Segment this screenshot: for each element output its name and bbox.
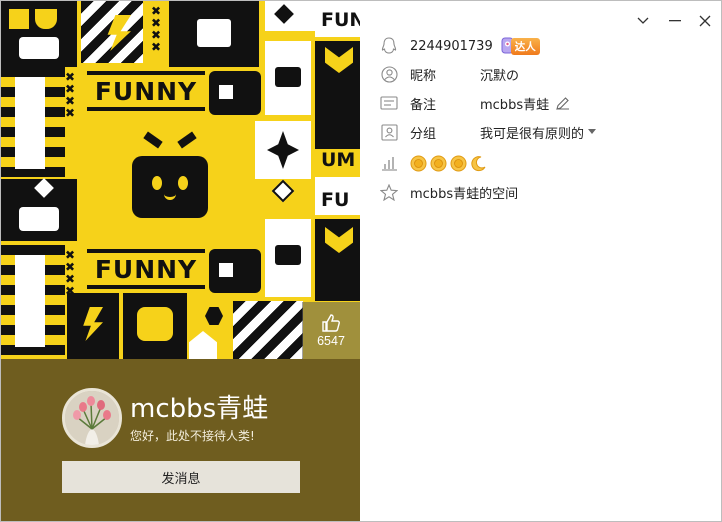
mascot-icon bbox=[132, 131, 208, 218]
cover-side-text: UM bbox=[321, 149, 356, 171]
user-circle-icon bbox=[379, 64, 399, 84]
cover-diamond bbox=[271, 179, 295, 203]
talent-badge-label: 达人 bbox=[510, 37, 540, 55]
nickname-value: 沉默の bbox=[480, 68, 520, 84]
sun-icon bbox=[410, 155, 427, 171]
like-button[interactable]: 6547 bbox=[302, 302, 360, 359]
cover-house bbox=[189, 331, 217, 359]
cover-banner: FUNNY bbox=[87, 249, 205, 289]
close-icon bbox=[699, 15, 711, 27]
profile-window: ✖✖✖✖ FUN ✖✖✖✖ FUNNY bbox=[0, 0, 722, 522]
nickname-label: 昵称 bbox=[410, 68, 437, 84]
close-button[interactable] bbox=[695, 11, 715, 31]
sun-icon bbox=[450, 155, 467, 171]
chevron-down-icon bbox=[637, 17, 649, 24]
star-icon bbox=[379, 182, 399, 202]
profile-panel: ✖✖✖✖ FUN ✖✖✖✖ FUNNY bbox=[1, 1, 360, 521]
qzone-link[interactable]: mcbbs青蛙的空间 bbox=[410, 183, 518, 202]
penguin-icon bbox=[379, 36, 399, 56]
minimize-icon bbox=[669, 20, 681, 22]
group-icon bbox=[379, 122, 399, 142]
minimize-button[interactable] bbox=[665, 11, 685, 31]
cover-tile bbox=[19, 37, 59, 59]
cover-tile bbox=[315, 219, 360, 301]
group-label: 分组 bbox=[410, 126, 437, 142]
id-card-icon bbox=[379, 93, 399, 113]
group-row: 分组 我可是很有原则的 bbox=[379, 121, 597, 143]
space-row: mcbbs青蛙的空间 bbox=[379, 181, 518, 203]
cover-tile bbox=[315, 113, 360, 149]
cover-x: ✖ ✖ ✖ ✖ bbox=[65, 248, 76, 298]
cover-tile bbox=[275, 67, 301, 87]
cover-tile bbox=[315, 41, 360, 113]
edit-pencil-icon[interactable] bbox=[555, 96, 570, 111]
cover-x: ✖ ✖ ✖ ✖ bbox=[65, 70, 76, 120]
cover-side-text: FUN bbox=[321, 9, 360, 31]
dropdown-button[interactable] bbox=[633, 11, 653, 31]
cover-tile bbox=[15, 255, 45, 347]
avatar[interactable] bbox=[62, 388, 122, 448]
remark-label: 备注 bbox=[410, 97, 437, 113]
thumbs-up-icon bbox=[322, 313, 340, 332]
chat-bubble-icon bbox=[197, 19, 231, 47]
group-selector[interactable]: 我可是很有原则的 bbox=[480, 123, 597, 142]
qq-number[interactable]: 2244901739 bbox=[410, 39, 493, 54]
cover-tile bbox=[15, 77, 45, 169]
gamepad-icon bbox=[209, 249, 261, 293]
cover-banner: FUNNY bbox=[87, 71, 205, 111]
cover-tile bbox=[19, 207, 59, 231]
cover-tile bbox=[9, 9, 29, 29]
profile-signature: 您好，此处不接待人类! bbox=[130, 429, 255, 443]
remark-value[interactable]: mcbbs青蛙 bbox=[480, 94, 549, 113]
profile-nickname: mcbbs青蛙 bbox=[130, 394, 269, 424]
level-row bbox=[379, 152, 486, 174]
talent-badge[interactable]: 达人 bbox=[501, 36, 540, 56]
cover-stripes bbox=[233, 301, 303, 359]
level-chart-icon bbox=[379, 153, 399, 173]
cover-tile bbox=[137, 307, 173, 341]
gamepad-icon bbox=[209, 71, 261, 115]
group-value: 我可是很有原则的 bbox=[480, 126, 585, 142]
remark-row: 备注 mcbbs青蛙 bbox=[379, 92, 570, 114]
like-count: 6547 bbox=[317, 333, 345, 348]
level-icons[interactable] bbox=[410, 155, 490, 172]
moon-icon bbox=[471, 155, 486, 171]
cover-side-text: FU bbox=[321, 189, 350, 211]
caret-down-icon bbox=[588, 129, 597, 134]
cover-tile bbox=[219, 263, 233, 277]
sun-icon bbox=[430, 155, 447, 171]
cover-tile bbox=[35, 9, 57, 29]
nickname-row: 昵称 沉默の bbox=[379, 63, 519, 85]
tulip-avatar-image bbox=[65, 391, 119, 445]
cover-tile bbox=[275, 245, 301, 265]
cover-x: ✖ ✖ ✖ ✖ bbox=[151, 4, 162, 54]
qq-number-row: 2244901739 达人 bbox=[379, 35, 540, 57]
send-message-button[interactable]: 发消息 bbox=[62, 461, 300, 493]
cover-tile bbox=[219, 85, 233, 99]
